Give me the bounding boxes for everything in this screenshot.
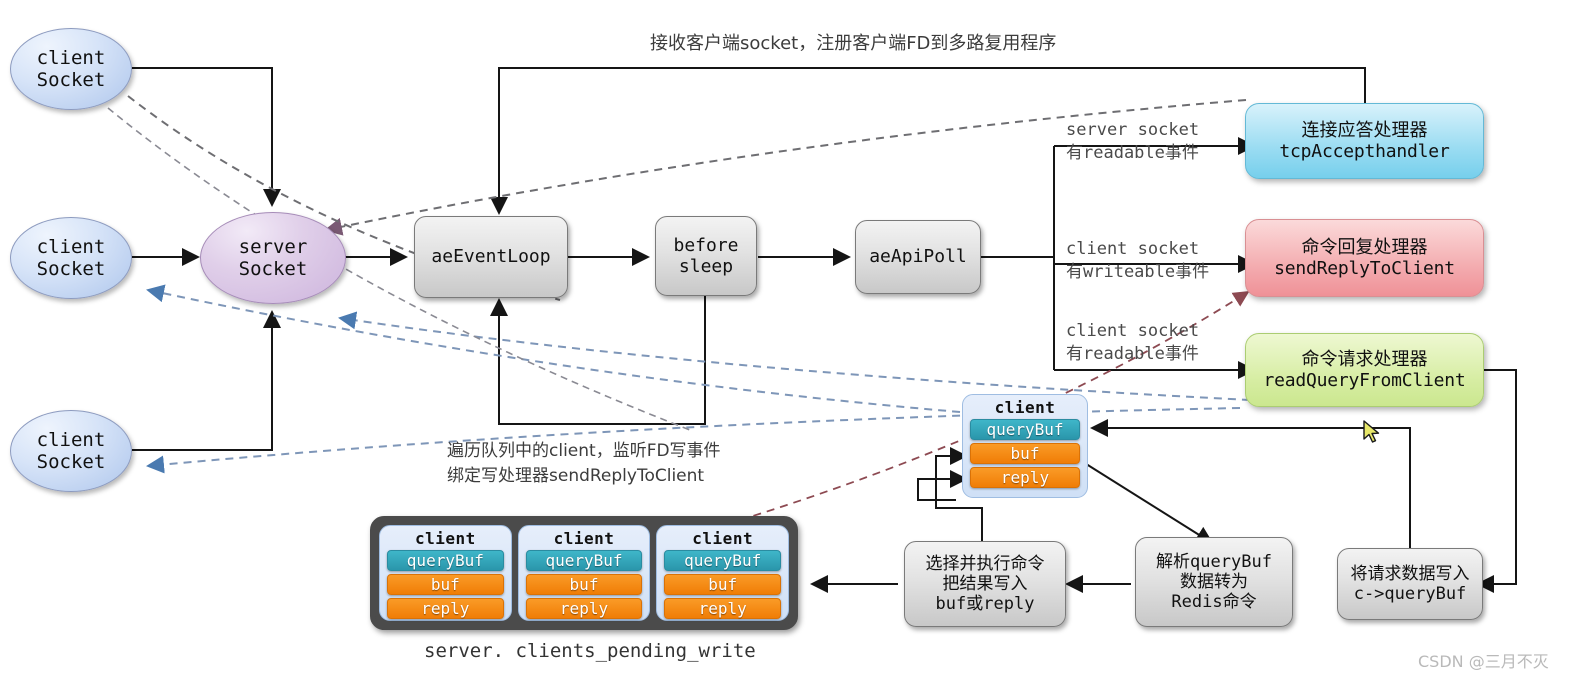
client-struct-title: client (994, 398, 1056, 417)
edge-label-client-writeable-line1: client socket (1066, 239, 1200, 259)
client-socket-mid-line1: client (36, 235, 106, 258)
client-socket-top-line1: client (36, 46, 106, 69)
server-socket[interactable]: server Socket (200, 212, 346, 304)
handler-send-reply-fn: sendReplyToClient (1274, 258, 1455, 279)
edge-label-client-writeable: client socket 有writeable事件 (1066, 238, 1209, 284)
step-exec-command-line2: 把结果写入 (942, 573, 1028, 594)
handler-send-reply-name: 命令回复处理器 (1301, 236, 1428, 258)
queue-client-2[interactable]: client queryBuf buf reply (517, 525, 651, 621)
server-socket-line1: server (238, 235, 308, 258)
server-socket-line2: Socket (238, 258, 308, 280)
client-struct-field-reply[interactable]: reply (970, 467, 1080, 488)
handler-tcp-accept-fn: tcpAccepthandler (1279, 141, 1450, 162)
note-beforesleep: 遍历队列中的client，监听FD写事件 绑定写处理器sendReplyToCl… (447, 436, 721, 486)
queue-client-3[interactable]: client queryBuf buf reply (656, 525, 790, 621)
before-sleep-box[interactable]: before sleep (655, 216, 757, 296)
queue-client-2-buf[interactable]: buf (525, 574, 643, 595)
step-parse-querybuf-line1: 解析queryBuf (1156, 551, 1272, 572)
ae-event-loop-label: aeEventLoop (431, 246, 551, 268)
client-struct-field-querybuf[interactable]: queryBuf (970, 419, 1080, 440)
edge-label-server-readable-line2: 有readable事件 (1066, 142, 1199, 163)
client-struct-field-buf[interactable]: buf (970, 443, 1080, 464)
step-write-querybuf-line2: c->queryBuf (1353, 584, 1467, 604)
queue-client-1-reply[interactable]: reply (387, 598, 504, 619)
note-beforesleep-line1: 遍历队列中的client，监听FD写事件 (447, 441, 721, 461)
queue-client-1[interactable]: client queryBuf buf reply (379, 525, 512, 621)
handler-tcp-accept-name: 连接应答处理器 (1301, 119, 1428, 141)
step-parse-querybuf[interactable]: 解析queryBuf 数据转为 Redis命令 (1135, 537, 1293, 627)
queue-client-1-title: client (414, 529, 476, 548)
client-socket-bottom-line1: client (36, 428, 106, 451)
client-socket-top[interactable]: client Socket (10, 28, 132, 110)
handler-tcp-accept[interactable]: 连接应答处理器 tcpAccepthandler (1245, 103, 1484, 179)
queue-client-1-querybuf[interactable]: queryBuf (387, 550, 504, 571)
handler-read-query-name: 命令请求处理器 (1301, 348, 1428, 370)
queue-client-3-querybuf[interactable]: queryBuf (664, 550, 782, 571)
edge-label-server-readable-line1: server socket (1066, 120, 1200, 140)
client-socket-mid[interactable]: client Socket (10, 217, 132, 299)
watermark: CSDN @三月不灭 (1418, 652, 1549, 671)
ae-api-poll-box[interactable]: aeApiPoll (855, 220, 981, 294)
edge-label-client-readable-line1: client socket (1066, 321, 1200, 341)
client-socket-bottom[interactable]: client Socket (10, 410, 132, 492)
clients-pending-write-queue[interactable]: client queryBuf buf reply client queryBu… (370, 516, 798, 630)
client-struct[interactable]: client queryBuf buf reply (962, 394, 1088, 498)
step-parse-querybuf-line3: Redis命令 (1171, 592, 1257, 613)
ae-event-loop-box[interactable]: aeEventLoop (414, 216, 568, 298)
queue-client-1-buf[interactable]: buf (387, 574, 504, 595)
handler-send-reply[interactable]: 命令回复处理器 sendReplyToClient (1245, 219, 1484, 297)
step-write-querybuf[interactable]: 将请求数据写入 c->queryBuf (1337, 548, 1483, 620)
diagram-canvas: client Socket client Socket client Socke… (0, 0, 1591, 685)
client-socket-top-line2: Socket (36, 69, 106, 91)
before-sleep-line2: sleep (678, 256, 734, 277)
queue-caption: server. clients_pending_write (424, 640, 756, 662)
queue-client-2-querybuf[interactable]: queryBuf (525, 550, 643, 571)
edge-label-server-readable: server socket 有readable事件 (1066, 119, 1199, 165)
queue-client-2-title: client (553, 529, 615, 548)
queue-client-3-buf[interactable]: buf (664, 574, 782, 595)
step-exec-command-line1: 选择并执行命令 (925, 553, 1045, 574)
queue-client-3-reply[interactable]: reply (664, 598, 782, 619)
step-exec-command-line3: buf或reply (935, 594, 1035, 615)
client-socket-bottom-line2: Socket (36, 451, 106, 473)
step-write-querybuf-line1: 将请求数据写入 (1350, 563, 1470, 584)
step-parse-querybuf-line2: 数据转为 (1180, 571, 1248, 592)
handler-read-query-fn: readQueryFromClient (1263, 370, 1466, 391)
client-socket-mid-line2: Socket (36, 258, 106, 280)
ae-api-poll-label: aeApiPoll (869, 246, 967, 268)
edge-label-client-readable-line2: 有readable事件 (1066, 343, 1199, 364)
mouse-cursor (1363, 420, 1380, 443)
edge-label-client-readable: client socket 有readable事件 (1066, 320, 1199, 366)
queue-client-3-title: client (692, 529, 754, 548)
handler-read-query[interactable]: 命令请求处理器 readQueryFromClient (1245, 333, 1484, 407)
before-sleep-line1: before (673, 234, 739, 256)
step-exec-command[interactable]: 选择并执行命令 把结果写入 buf或reply (904, 541, 1066, 627)
note-beforesleep-line2: 绑定写处理器sendReplyToClient (447, 466, 705, 486)
queue-client-2-reply[interactable]: reply (525, 598, 643, 619)
edge-label-client-writeable-line2: 有writeable事件 (1066, 261, 1210, 282)
note-accept-register: 接收客户端socket，注册客户端FD到多路复用程序 (650, 33, 1057, 54)
